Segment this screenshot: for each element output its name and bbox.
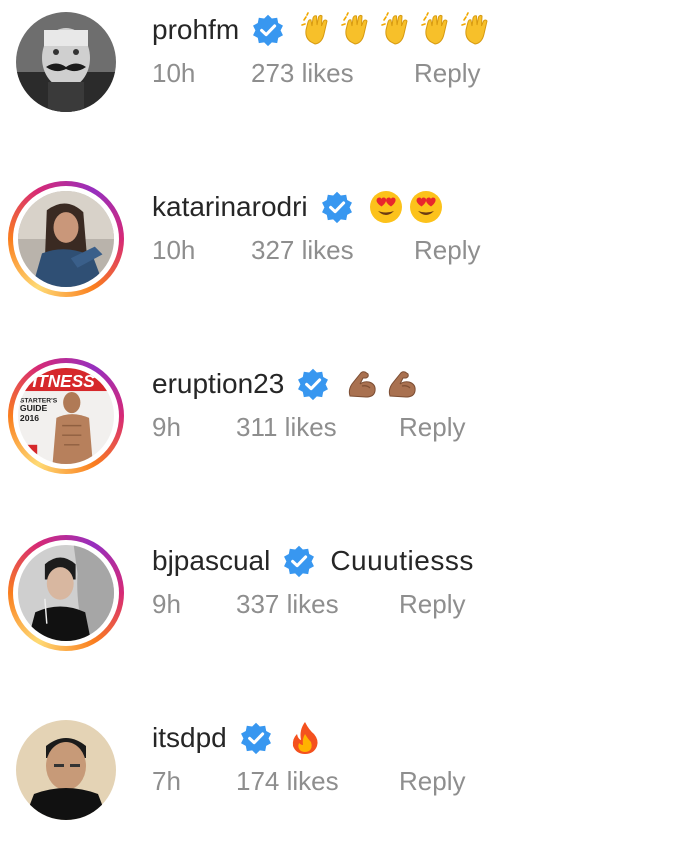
reply-button[interactable]: Reply	[399, 412, 465, 443]
verified-badge-icon	[251, 13, 285, 47]
avatar[interactable]	[8, 712, 124, 828]
likes-count[interactable]: 327 likes	[251, 235, 354, 266]
clap-icon	[459, 12, 495, 48]
comment-list: prohfm 10h 273 likes Reply katarinarodri…	[0, 0, 690, 852]
clap-icon	[379, 12, 415, 48]
reply-button[interactable]: Reply	[414, 235, 480, 266]
username[interactable]: bjpascual	[152, 545, 270, 577]
heart-eyes-icon	[408, 189, 444, 225]
comment-text: Cuuutiesss	[330, 545, 474, 576]
username[interactable]: prohfm	[152, 14, 239, 46]
flexed-biceps-icon	[384, 366, 420, 402]
likes-count[interactable]: 174 likes	[236, 766, 339, 797]
likes-count[interactable]: 311 likes	[236, 412, 337, 443]
avatar-image: FITNESS STARTER'S GUIDE 2016	[18, 368, 114, 464]
comment-time: 10h	[152, 235, 196, 265]
verified-badge-icon	[239, 721, 273, 755]
avatar-image	[18, 545, 114, 641]
avatar-image	[16, 720, 116, 820]
clap-icon	[299, 12, 335, 48]
verified-badge-icon	[320, 190, 354, 224]
heart-eyes-icon	[368, 189, 404, 225]
story-ring	[13, 540, 119, 646]
reply-button[interactable]: Reply	[399, 766, 465, 797]
avatar-magazine-title: FITNESS	[22, 371, 95, 391]
verified-badge-icon	[296, 367, 330, 401]
avatar-image	[16, 12, 116, 112]
username[interactable]: eruption23	[152, 368, 284, 400]
avatar-magazine-line: GUIDE	[20, 403, 48, 413]
fire-icon	[287, 720, 323, 756]
avatar[interactable]	[8, 535, 124, 651]
comment-text	[368, 189, 448, 225]
comment-time: 9h	[152, 412, 181, 442]
reply-button[interactable]: Reply	[414, 58, 480, 89]
likes-count[interactable]: 273 likes	[251, 58, 354, 89]
comment-text	[344, 366, 424, 402]
comment-text	[287, 720, 327, 756]
story-ring	[13, 186, 119, 292]
comment-text	[299, 12, 499, 48]
comment-time: 10h	[152, 58, 196, 88]
clap-icon	[339, 12, 375, 48]
avatar[interactable]	[8, 181, 124, 297]
story-ring: FITNESS STARTER'S GUIDE 2016	[13, 363, 119, 469]
comment-item: prohfm 10h 273 likes Reply	[0, 0, 690, 130]
likes-count[interactable]: 337 likes	[236, 589, 339, 620]
comment-time: 9h	[152, 589, 181, 619]
comment-item: katarinarodri 10h 327 likes Reply	[0, 177, 690, 307]
flexed-biceps-icon	[344, 366, 380, 402]
verified-badge-icon	[282, 544, 316, 578]
avatar-image	[18, 191, 114, 287]
avatar-magazine-line: 2016	[20, 413, 39, 423]
comment-item: itsdpd 7h 174 likes Reply	[0, 708, 690, 838]
reply-button[interactable]: Reply	[399, 589, 465, 620]
avatar[interactable]: FITNESS STARTER'S GUIDE 2016	[8, 358, 124, 474]
comment-time: 7h	[152, 766, 181, 796]
username[interactable]: katarinarodri	[152, 191, 308, 223]
comment-item: FITNESS STARTER'S GUIDE 2016 eruption23	[0, 354, 690, 484]
clap-icon	[419, 12, 455, 48]
username[interactable]: itsdpd	[152, 722, 227, 754]
avatar[interactable]	[8, 4, 124, 120]
comment-item: bjpascual Cuuutiesss 9h 337 likes Reply	[0, 531, 690, 661]
